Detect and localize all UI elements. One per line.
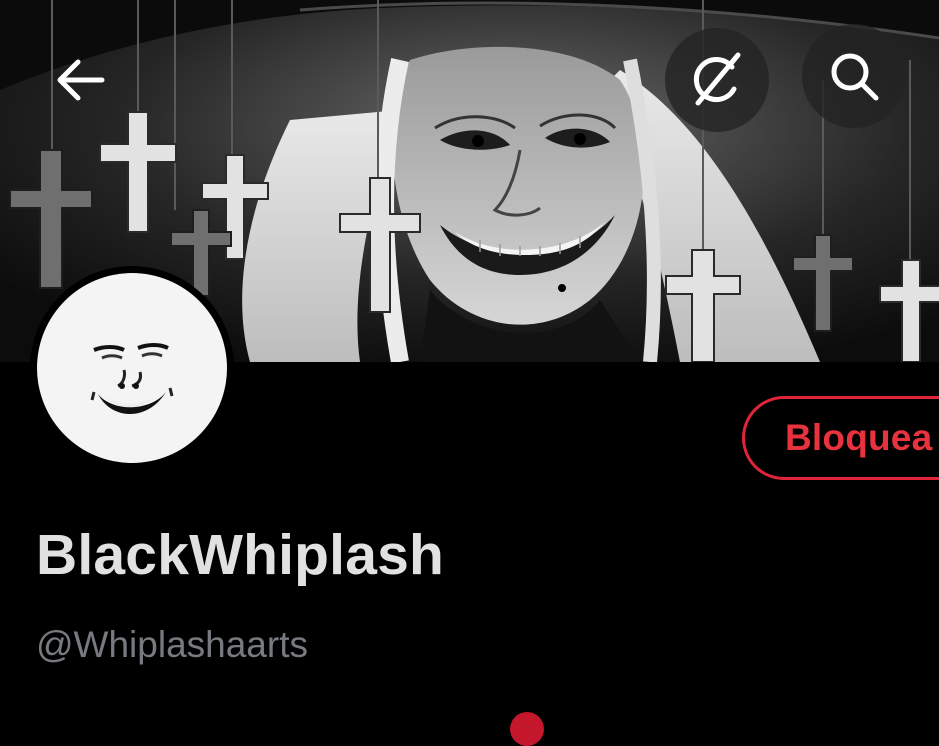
grok-button[interactable] — [665, 28, 769, 132]
back-button[interactable] — [28, 28, 132, 132]
avatar-face-drawing — [90, 343, 174, 414]
block-button-label: Bloquea — [785, 417, 933, 458]
block-button[interactable]: Bloquea — [742, 396, 939, 480]
user-handle: @Whiplashaarts — [36, 624, 308, 665]
location-pin-icon — [510, 712, 544, 746]
search-button[interactable] — [802, 24, 906, 128]
arrow-left-icon — [57, 59, 105, 101]
search-icon — [831, 53, 879, 101]
avatar[interactable] — [30, 266, 234, 470]
display-name: BlackWhiplash — [36, 523, 445, 587]
avatar-image — [37, 273, 227, 463]
grok-icon — [693, 52, 741, 106]
